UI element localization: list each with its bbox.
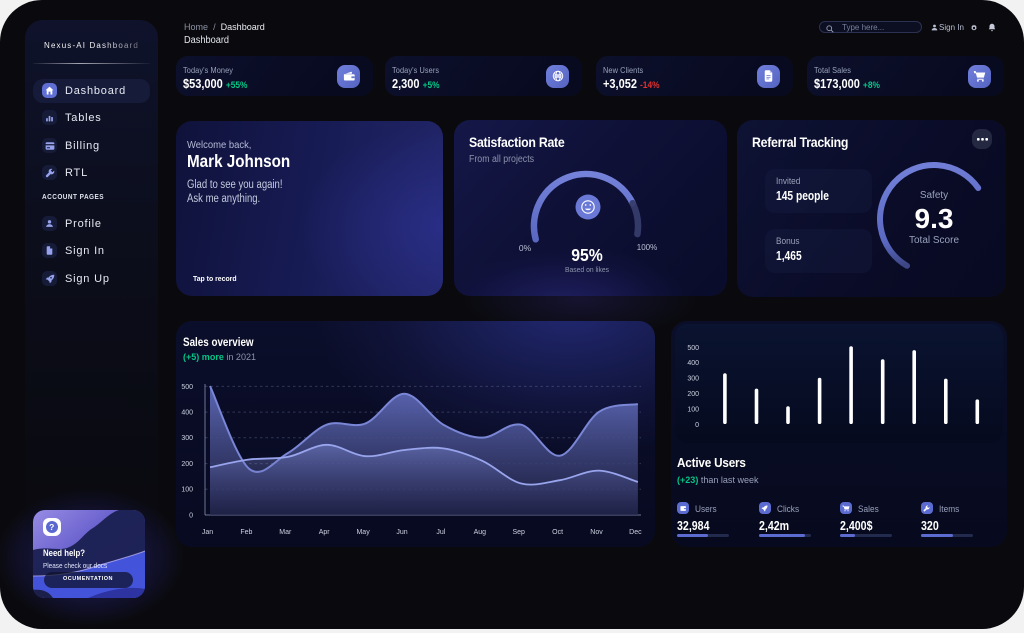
svg-text:300: 300: [181, 435, 193, 442]
svg-text:Nov: Nov: [590, 529, 603, 536]
svg-text:200: 200: [687, 391, 699, 398]
svg-text:100: 100: [181, 487, 193, 494]
svg-text:400: 400: [687, 360, 699, 367]
svg-text:Jun: Jun: [396, 529, 407, 536]
svg-text:300: 300: [687, 376, 699, 383]
svg-text:Oct: Oct: [552, 529, 563, 536]
svg-text:100: 100: [687, 406, 699, 413]
svg-text:Jul: Jul: [436, 529, 445, 536]
svg-text:500: 500: [687, 345, 699, 352]
svg-text:Jan: Jan: [202, 529, 213, 536]
svg-text:Sep: Sep: [512, 529, 525, 536]
svg-text:0: 0: [695, 422, 699, 429]
svg-text:May: May: [356, 529, 370, 536]
svg-text:Apr: Apr: [319, 529, 331, 536]
svg-text:Dec: Dec: [629, 529, 642, 536]
svg-text:500: 500: [181, 384, 193, 391]
svg-text:Aug: Aug: [474, 529, 487, 536]
svg-text:Mar: Mar: [279, 529, 292, 536]
svg-text:Feb: Feb: [240, 529, 252, 536]
svg-text:0: 0: [189, 512, 193, 519]
svg-text:400: 400: [181, 410, 193, 417]
svg-text:200: 200: [181, 461, 193, 468]
